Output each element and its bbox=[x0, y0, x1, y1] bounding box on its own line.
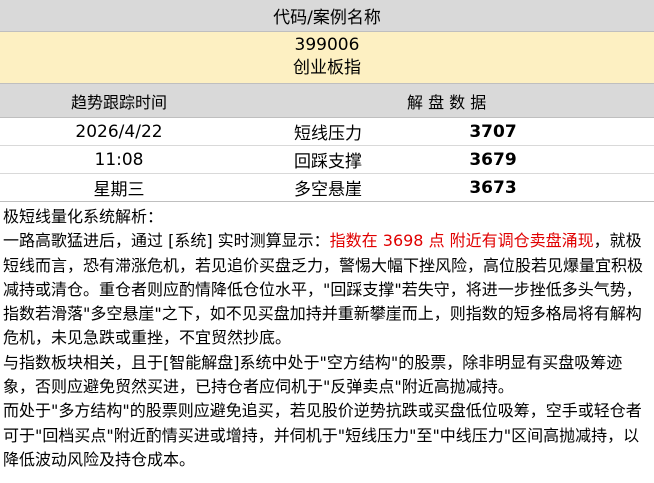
analysis-title: 极短线量化系统解析： bbox=[3, 207, 164, 226]
table-header: 代码/案例名称 bbox=[0, 0, 654, 32]
data-rows: 2026/4/22 短线压力 3707 11:08 回踩支撑 3679 星期三 … bbox=[0, 118, 654, 202]
row-value: 3673 bbox=[469, 177, 517, 198]
row-value: 3679 bbox=[469, 149, 517, 170]
column-header-row: 趋势跟踪时间 解 盘 数 据 bbox=[0, 84, 654, 118]
analysis-prefix: 一路高歌猛进后，通过 [系统] 实时测算显示： bbox=[3, 231, 330, 251]
table-row: 星期三 多空悬崖 3673 bbox=[0, 174, 654, 201]
alert-text: 指数在 3698 点 附近有调仓卖盘涌现 bbox=[329, 231, 594, 251]
instrument-block: 399006 创业板指 bbox=[0, 32, 654, 84]
row-time: 星期三 bbox=[93, 180, 145, 200]
analysis-paragraph-3: 而处于"多方结构"的股票则应避免追买，若见股价逆势抗跌或买盘低位吸筹，空手或轻仓… bbox=[3, 401, 642, 469]
row-value: 3707 bbox=[469, 121, 517, 142]
analysis-text: 极短线量化系统解析： 一路高歌猛进后，通过 [系统] 实时测算显示：指数在 36… bbox=[0, 202, 654, 472]
instrument-code: 399006 bbox=[294, 35, 360, 55]
instrument-name: 创业板指 bbox=[293, 58, 361, 78]
row-time: 2026/4/22 bbox=[75, 121, 163, 142]
column-trend-time: 趋势跟踪时间 bbox=[70, 92, 167, 112]
row-time: 11:08 bbox=[94, 149, 144, 170]
table-row: 11:08 回踩支撑 3679 bbox=[0, 146, 654, 174]
row-label: 多空悬崖 bbox=[294, 180, 362, 200]
row-label: 短线压力 bbox=[294, 124, 362, 144]
table-row: 2026/4/22 短线压力 3707 bbox=[0, 118, 654, 146]
analysis-paragraph-2: 与指数板块相关，且于[智能解盘]系统中处于"空方结构"的股票，除非明显有买盘吸筹… bbox=[3, 352, 623, 397]
column-data: 解 盘 数 据 bbox=[407, 92, 487, 112]
row-label: 回踩支撑 bbox=[294, 152, 362, 172]
analysis-paragraph-1: 一路高歌猛进后，通过 [系统] 实时测算显示：指数在 3698 点 附近有调仓卖… bbox=[3, 229, 650, 350]
header-title: 代码/案例名称 bbox=[273, 8, 381, 28]
